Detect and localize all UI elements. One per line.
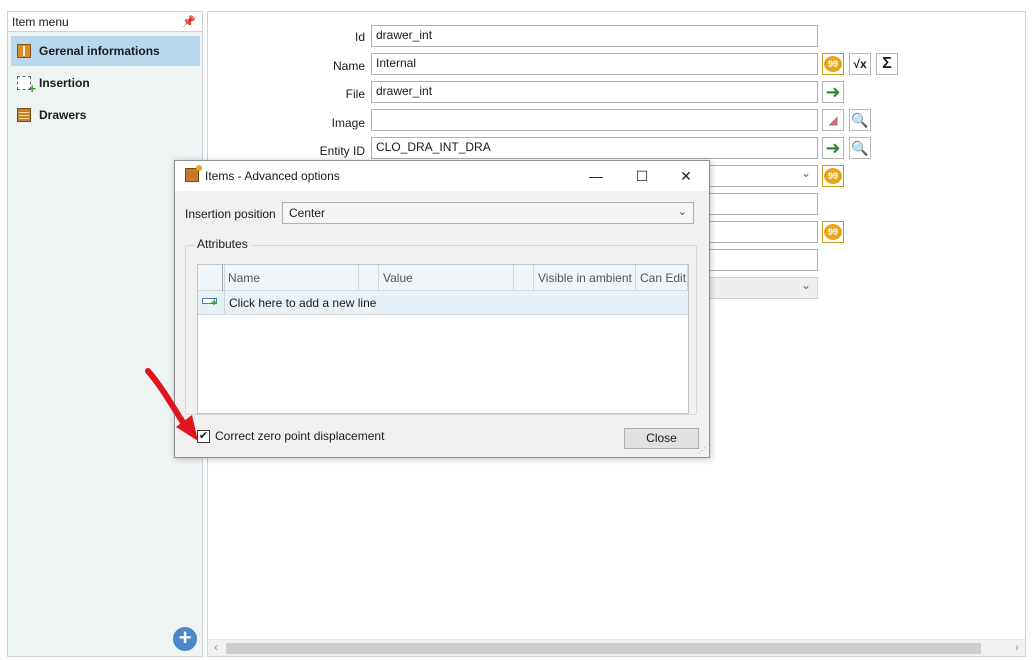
entity-id-field[interactable]: CLO_DRA_INT_DRA bbox=[371, 137, 818, 159]
dialog-title-bar[interactable]: Items - Advanced options — ☐ ✕ bbox=[175, 161, 709, 191]
attributes-group: Attributes Name Value Visible in ambient… bbox=[185, 237, 697, 415]
scroll-left-icon[interactable]: ‹ bbox=[208, 640, 224, 657]
item-menu-title: Item menu bbox=[12, 14, 69, 29]
sidebar-item-general-informations[interactable]: Gerenal informations bbox=[11, 36, 200, 66]
minimize-button[interactable]: — bbox=[573, 161, 619, 191]
item-app-icon bbox=[185, 165, 202, 182]
name-label: Name bbox=[332, 59, 365, 73]
browse-image-button[interactable]: 🔍 bbox=[849, 109, 871, 131]
annotation-arrow-icon bbox=[145, 368, 198, 441]
sidebar-item-label: Gerenal informations bbox=[39, 44, 160, 58]
sum-button[interactable]: Σ bbox=[876, 53, 898, 75]
dialog-body: Insertion position Center ⌄ Attributes N… bbox=[175, 191, 709, 457]
id-label: Id bbox=[354, 30, 365, 44]
sidebar-item-label: Drawers bbox=[39, 108, 87, 122]
clear-image-button[interactable]: ◢ bbox=[822, 109, 844, 131]
cabinet-icon bbox=[17, 44, 31, 58]
file-field[interactable]: drawer_int bbox=[371, 81, 818, 103]
horizontal-scrollbar[interactable]: ‹ › bbox=[208, 639, 1025, 656]
eraser-icon: ◢ bbox=[828, 113, 838, 127]
translate-button-2[interactable]: 99 bbox=[822, 165, 844, 187]
scroll-right-icon[interactable]: › bbox=[1009, 640, 1025, 657]
column-value[interactable]: Value bbox=[379, 265, 514, 291]
magnifier-icon: 🔍 bbox=[851, 140, 869, 156]
magnifier-icon: 🔍 bbox=[851, 112, 869, 128]
scroll-thumb[interactable] bbox=[226, 643, 981, 654]
attributes-grid[interactable]: Name Value Visible in ambient Can Edit C… bbox=[197, 264, 689, 414]
sidebar-item-insertion[interactable]: Insertion bbox=[11, 68, 200, 98]
add-row-icon bbox=[202, 296, 218, 309]
new-row-text: Click here to add a new line bbox=[229, 296, 377, 310]
browse-entity-button[interactable]: 🔍 bbox=[849, 137, 871, 159]
image-field[interactable] bbox=[371, 109, 818, 131]
chevron-down-icon: ⌄ bbox=[677, 206, 687, 218]
grid-header: Name Value Visible in ambient Can Edit bbox=[198, 265, 688, 291]
entity-id-label: Entity ID bbox=[319, 144, 365, 158]
sidebar-item-label: Insertion bbox=[39, 76, 90, 90]
image-label: Image bbox=[331, 116, 365, 130]
speech-bubble-icon: 99 bbox=[824, 224, 842, 240]
drawers-icon bbox=[17, 108, 31, 122]
insertion-position-label: Insertion position bbox=[185, 207, 276, 221]
insertion-position-select[interactable]: Center ⌄ bbox=[282, 202, 694, 224]
pin-icon[interactable]: 📌 bbox=[182, 15, 196, 28]
window-close-button[interactable]: ✕ bbox=[663, 161, 709, 191]
dialog-title: Items - Advanced options bbox=[205, 169, 340, 183]
open-entity-button[interactable]: ➜ bbox=[822, 137, 844, 159]
speech-bubble-icon: 99 bbox=[824, 56, 842, 72]
item-menu-header: Item menu 📌 bbox=[8, 12, 202, 32]
name-field[interactable]: Internal bbox=[371, 53, 818, 75]
square-root-icon: √x bbox=[853, 57, 867, 71]
column-spacer bbox=[359, 265, 379, 291]
advanced-options-dialog: Items - Advanced options — ☐ ✕ Insertion… bbox=[174, 160, 710, 458]
insertion-position-value: Center bbox=[289, 206, 326, 220]
column-can-edit[interactable]: Can Edit bbox=[636, 265, 688, 291]
zero-point-checkbox-row[interactable]: ✔ Correct zero point displacement bbox=[197, 429, 384, 443]
insertion-icon bbox=[17, 76, 36, 96]
arrow-right-icon: ➜ bbox=[825, 138, 841, 158]
open-file-button[interactable]: ➜ bbox=[822, 81, 844, 103]
close-button[interactable]: Close bbox=[624, 428, 699, 449]
sigma-icon: Σ bbox=[882, 55, 892, 72]
translate-button-3[interactable]: 99 bbox=[822, 221, 844, 243]
maximize-button[interactable]: ☐ bbox=[619, 161, 665, 191]
resize-grip-icon[interactable]: ⋰ bbox=[698, 446, 707, 455]
column-spacer bbox=[514, 265, 534, 291]
formula-button[interactable]: √x bbox=[849, 53, 871, 75]
new-row[interactable]: Click here to add a new line bbox=[198, 291, 688, 315]
attributes-title: Attributes bbox=[194, 237, 251, 251]
speech-bubble-icon: 99 bbox=[824, 168, 842, 184]
sidebar-item-drawers[interactable]: Drawers bbox=[11, 100, 200, 130]
translate-button[interactable]: 99 bbox=[822, 53, 844, 75]
arrow-right-icon: ➜ bbox=[825, 82, 841, 102]
column-visible-in-ambient[interactable]: Visible in ambient bbox=[534, 265, 636, 291]
file-label: File bbox=[345, 87, 365, 101]
add-circle-icon[interactable]: + bbox=[173, 627, 197, 651]
id-field[interactable]: drawer_int bbox=[371, 25, 818, 47]
column-name[interactable]: Name bbox=[224, 265, 359, 291]
zero-point-checkbox-label: Correct zero point displacement bbox=[215, 429, 385, 443]
